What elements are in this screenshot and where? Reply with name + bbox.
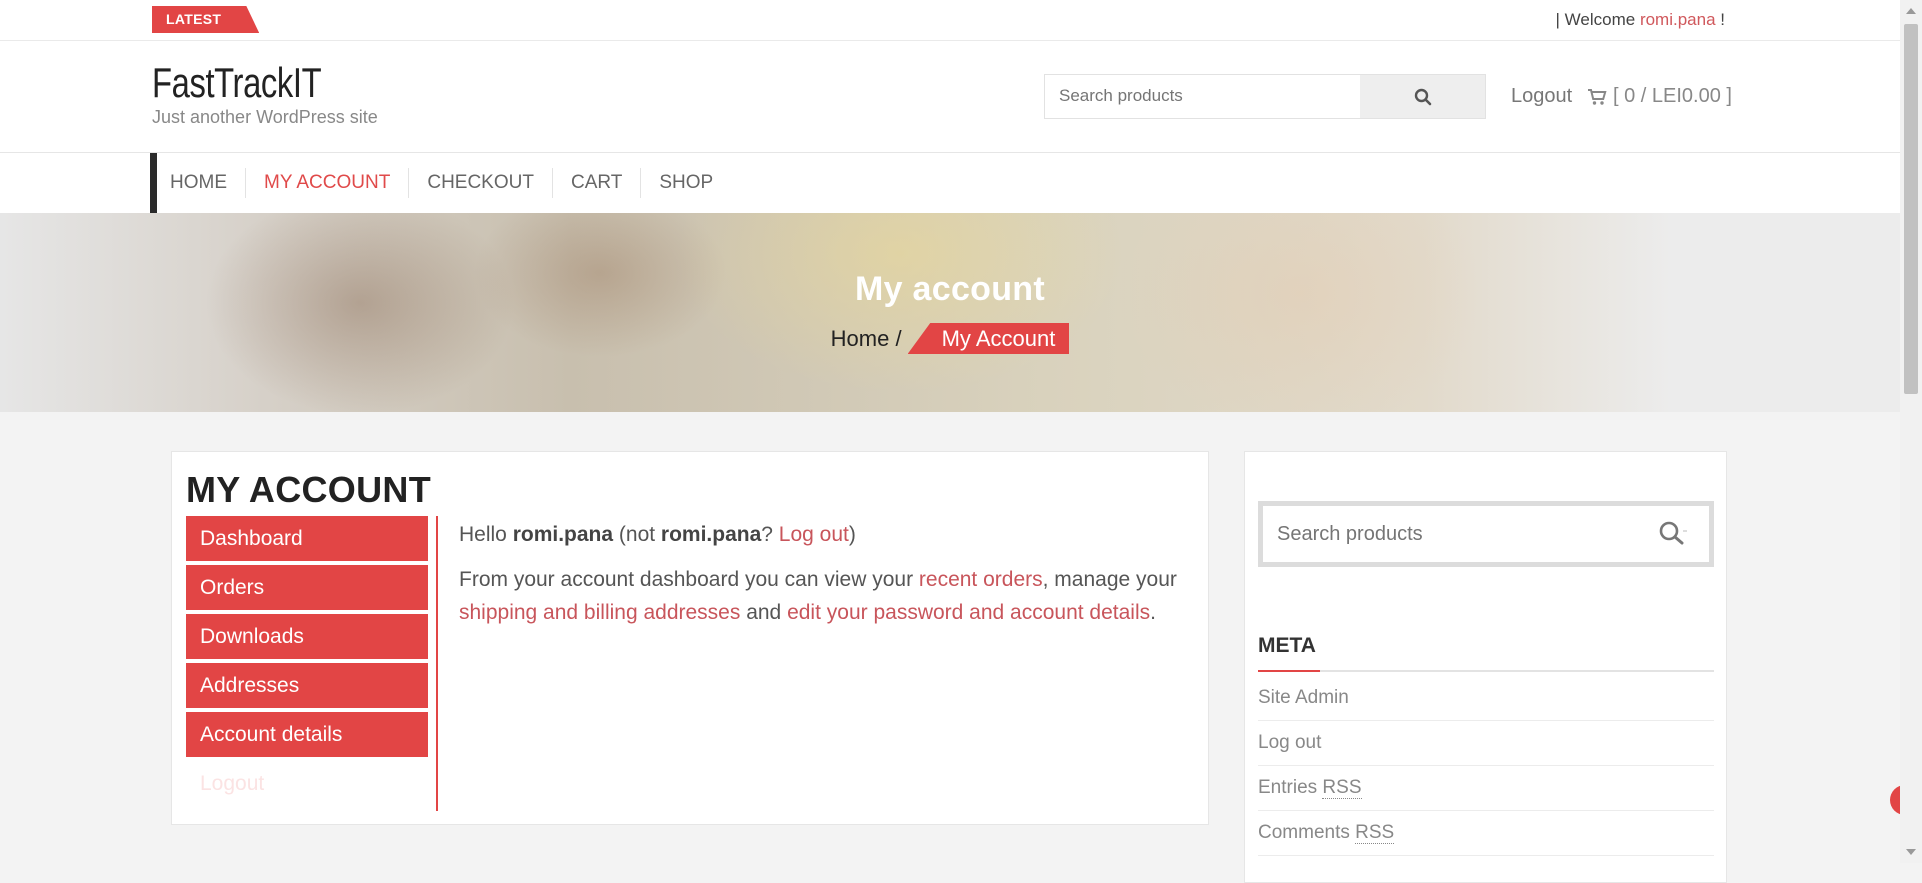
- meta-links: Site Admin Log out Entries RSS Comments …: [1258, 676, 1714, 856]
- nav-menu: HOME MY ACCOUNT CHECKOUT CART SHOP: [157, 153, 731, 213]
- hello-username-alt: romi.pana: [660, 523, 762, 546]
- meta-site-admin-label: Site Admin: [1258, 687, 1349, 708]
- hello-prefix: Hello: [459, 523, 513, 546]
- account-nav-logout[interactable]: Logout: [186, 761, 428, 806]
- meta-comments-label: Comments: [1258, 822, 1350, 843]
- meta-widget-title: META: [1258, 634, 1316, 657]
- hello-username: romi.pana: [512, 523, 614, 546]
- nav-item-my-account[interactable]: MY ACCOUNT: [245, 168, 408, 198]
- addresses-link[interactable]: shipping and billing addresses: [459, 601, 740, 624]
- account-details-link[interactable]: edit your password and account details: [787, 601, 1150, 624]
- breadcrumb-home-label: Home: [830, 325, 890, 351]
- scroll-down-arrow-icon[interactable]: [1906, 849, 1916, 855]
- header-cart-link[interactable]: [ 0 / LEI0.00 ]: [1587, 85, 1732, 108]
- account-heading: MY ACCOUNT: [186, 469, 431, 510]
- hello-close: ): [848, 523, 856, 546]
- meta-entries-label: Entries: [1258, 777, 1318, 798]
- hello-line: Hello romi.pana (not romi.pana? Log out): [459, 518, 1189, 551]
- header-search: [1044, 74, 1486, 119]
- breadcrumb-home-link[interactable]: Home /: [831, 326, 902, 352]
- welcome-suffix: !: [1715, 10, 1725, 29]
- account-navigation: Dashboard Orders Downloads Addresses Acc…: [186, 516, 428, 810]
- meta-logout-label: Log out: [1258, 732, 1322, 753]
- main-navigation: HOME MY ACCOUNT CHECKOUT CART SHOP: [0, 153, 1900, 213]
- account-nav-addresses[interactable]: Addresses: [186, 663, 428, 708]
- breadcrumb-separator: /: [889, 325, 902, 351]
- welcome-username-link[interactable]: romi.pana: [1640, 10, 1716, 29]
- nav-item-cart[interactable]: CART: [551, 168, 640, 198]
- dashboard-text-2: , manage your: [1042, 568, 1177, 591]
- breadcrumb: Home / My Account: [0, 323, 1900, 354]
- site-header: FastTrackIT Just another WordPress site …: [0, 41, 1900, 153]
- account-nav-divider: [436, 516, 438, 811]
- meta-entries-rss-link[interactable]: Entries RSS: [1258, 766, 1714, 811]
- sidebar-search: [1258, 501, 1714, 567]
- page-title: My account: [854, 270, 1046, 308]
- meta-entries-rss-abbr: RSS: [1322, 777, 1362, 799]
- sidebar: META Site Admin Log out Entries RSS Comm…: [1244, 451, 1727, 883]
- meta-comments-rss-link[interactable]: Comments RSS: [1258, 811, 1714, 856]
- hello-not: (not: [613, 523, 661, 546]
- dashboard-text-4: .: [1150, 601, 1156, 624]
- nav-accent-bar: [150, 153, 157, 213]
- search-icon: [1659, 521, 1687, 545]
- welcome-prefix: | Welcome: [1555, 10, 1640, 29]
- hello-logout-link[interactable]: Log out: [779, 523, 849, 546]
- dashboard-text-1: From your account dashboard you can view…: [459, 568, 919, 591]
- meta-title-rule: [1258, 670, 1714, 672]
- sidebar-search-input[interactable]: [1263, 506, 1671, 562]
- sidebar-search-button[interactable]: [1659, 521, 1687, 552]
- header-logout-link[interactable]: Logout: [1511, 85, 1572, 108]
- account-nav-account-details[interactable]: Account details: [186, 712, 428, 757]
- vertical-scrollbar[interactable]: [1900, 0, 1922, 863]
- dashboard-text-3: and: [740, 601, 788, 624]
- top-bar: LATEST | Welcome romi.pana !: [0, 0, 1900, 41]
- search-icon: [1414, 88, 1431, 105]
- cart-summary: [ 0 / LEI0.00 ]: [1613, 85, 1732, 107]
- breadcrumb-current: My Account: [907, 323, 1070, 354]
- meta-site-admin-link[interactable]: Site Admin: [1258, 676, 1714, 721]
- hello-question: ?: [761, 523, 779, 546]
- account-nav-downloads[interactable]: Downloads: [186, 614, 428, 659]
- meta-logout-link[interactable]: Log out: [1258, 721, 1714, 766]
- scroll-up-arrow-icon[interactable]: [1906, 8, 1916, 14]
- welcome-message: | Welcome romi.pana !: [1556, 10, 1725, 30]
- meta-comments-rss-abbr: RSS: [1355, 822, 1395, 844]
- nav-item-home[interactable]: HOME: [157, 168, 245, 198]
- account-nav-dashboard[interactable]: Dashboard: [186, 516, 428, 561]
- site-title[interactable]: FastTrackIT: [152, 59, 322, 107]
- recent-orders-link[interactable]: recent orders: [919, 568, 1043, 591]
- account-nav-orders[interactable]: Orders: [186, 565, 428, 610]
- header-search-button[interactable]: [1360, 75, 1485, 118]
- page-banner: My account Home / My Account: [0, 213, 1900, 412]
- nav-item-checkout[interactable]: CHECKOUT: [408, 168, 552, 198]
- nav-item-shop[interactable]: SHOP: [640, 168, 731, 198]
- scrollbar-thumb[interactable]: [1904, 24, 1918, 394]
- account-dashboard-content: Hello romi.pana (not romi.pana? Log out)…: [459, 518, 1189, 641]
- cart-icon: [1588, 88, 1607, 105]
- account-card: MY ACCOUNT Dashboard Orders Downloads Ad…: [171, 451, 1209, 825]
- site-tagline: Just another WordPress site: [152, 107, 378, 127]
- header-search-input[interactable]: [1045, 75, 1373, 116]
- latest-badge: LATEST: [152, 6, 260, 33]
- dashboard-intro: From your account dashboard you can view…: [459, 563, 1189, 629]
